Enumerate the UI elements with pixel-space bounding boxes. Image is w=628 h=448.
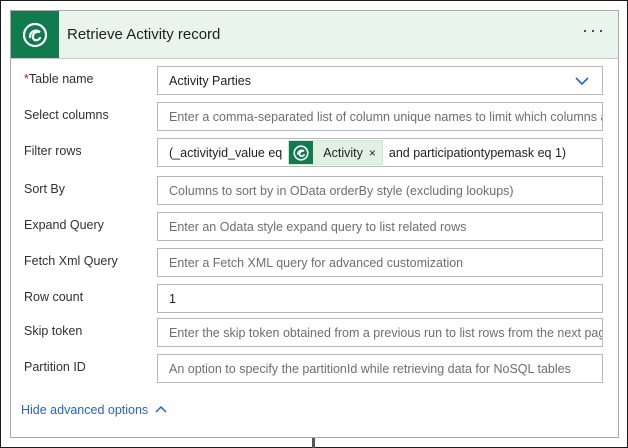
select-columns-input[interactable]: Enter a comma-separated list of column u… bbox=[157, 102, 603, 131]
table-name-label-text: Table name bbox=[28, 72, 94, 86]
expand-query-placeholder: Enter an Odata style expand query to lis… bbox=[169, 219, 467, 234]
row-skip-token: Skip token Enter the skip token obtained… bbox=[11, 318, 618, 348]
table-name-value: Activity Parties bbox=[169, 73, 251, 88]
flow-connector bbox=[312, 438, 315, 448]
activity-token[interactable]: Activity × bbox=[288, 140, 383, 165]
filter-rows-label: Filter rows bbox=[24, 144, 82, 158]
fetch-xml-placeholder: Enter a Fetch XML query for advanced cus… bbox=[169, 255, 464, 270]
partition-id-input[interactable]: An option to specify the partitionId whi… bbox=[157, 354, 603, 383]
skip-token-placeholder: Enter the skip token obtained from a pre… bbox=[169, 325, 603, 340]
action-card: Retrieve Activity record ··· *Table name… bbox=[10, 10, 619, 438]
sort-by-input[interactable]: Columns to sort by in OData orderBy styl… bbox=[157, 176, 603, 205]
filter-suffix-text: and participationtypemask eq 1) bbox=[388, 145, 567, 160]
filter-prefix-text: (_activityid_value eq bbox=[169, 145, 283, 160]
row-count-value: 1 bbox=[169, 291, 176, 306]
row-fetch-xml: Fetch Xml Query Enter a Fetch XML query … bbox=[11, 248, 618, 278]
table-name-dropdown[interactable]: Activity Parties bbox=[157, 66, 603, 95]
chevron-up-icon bbox=[155, 405, 167, 413]
select-columns-label: Select columns bbox=[24, 108, 109, 122]
hide-advanced-label: Hide advanced options bbox=[21, 403, 149, 417]
card-header[interactable]: Retrieve Activity record ··· bbox=[11, 11, 618, 59]
sort-by-placeholder: Columns to sort by in OData orderBy styl… bbox=[169, 183, 514, 198]
row-filter-rows: Filter rows (_activityid_value eq Activi… bbox=[11, 138, 618, 168]
fetch-xml-label: Fetch Xml Query bbox=[24, 254, 118, 268]
skip-token-label: Skip token bbox=[24, 324, 83, 338]
dataverse-icon bbox=[289, 141, 314, 164]
partition-id-placeholder: An option to specify the partitionId whi… bbox=[169, 361, 571, 376]
card-title: Retrieve Activity record bbox=[67, 26, 221, 43]
row-count-input[interactable]: 1 bbox=[157, 284, 603, 313]
filter-rows-input[interactable]: (_activityid_value eq Activity × and par… bbox=[157, 138, 603, 167]
sort-by-label: Sort By bbox=[24, 182, 65, 196]
row-expand-query: Expand Query Enter an Odata style expand… bbox=[11, 212, 618, 242]
expand-query-input[interactable]: Enter an Odata style expand query to lis… bbox=[157, 212, 603, 241]
token-remove-icon[interactable]: × bbox=[369, 146, 376, 160]
fetch-xml-input[interactable]: Enter a Fetch XML query for advanced cus… bbox=[157, 248, 603, 277]
row-sort-by: Sort By Columns to sort by in OData orde… bbox=[11, 176, 618, 206]
row-count-label: Row count bbox=[24, 290, 84, 304]
more-options-button[interactable]: ··· bbox=[580, 20, 608, 44]
chevron-down-icon bbox=[575, 77, 589, 86]
partition-id-label: Partition ID bbox=[24, 360, 86, 374]
select-columns-placeholder: Enter a comma-separated list of column u… bbox=[169, 109, 603, 124]
hide-advanced-options-link[interactable]: Hide advanced options bbox=[21, 403, 168, 417]
row-row-count: Row count 1 bbox=[11, 284, 618, 314]
table-name-label: *Table name bbox=[24, 72, 94, 86]
token-label: Activity bbox=[323, 145, 363, 160]
row-select-columns: Select columns Enter a comma-separated l… bbox=[11, 102, 618, 132]
skip-token-input[interactable]: Enter the skip token obtained from a pre… bbox=[157, 318, 603, 347]
dataverse-icon bbox=[11, 11, 59, 58]
expand-query-label: Expand Query bbox=[24, 218, 104, 232]
row-partition-id: Partition ID An option to specify the pa… bbox=[11, 354, 618, 384]
row-table-name: *Table name Activity Parties bbox=[11, 66, 618, 96]
